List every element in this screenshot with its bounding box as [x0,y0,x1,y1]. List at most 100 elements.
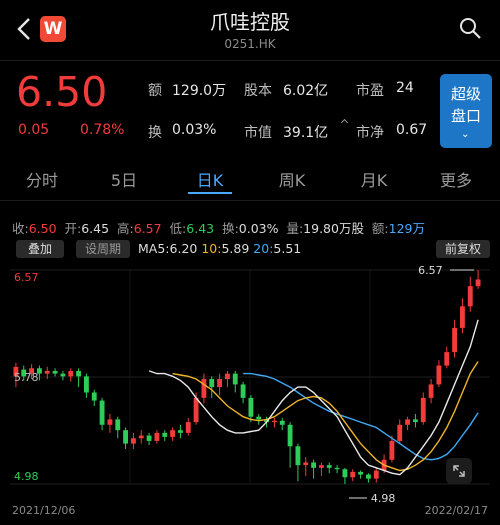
candle-body [201,379,207,398]
volume-value: 19.80万股 [303,221,364,236]
ma20-label: 20: [253,241,274,256]
turnover-value: 0.03% [172,122,217,138]
turnover-value: 0.03% [238,221,279,236]
close-value: 6.50 [28,221,57,236]
x-axis-end-label: 2022/02/17 [425,504,488,517]
candle-body [342,469,348,478]
candle-body [256,416,262,420]
y-axis-max-label: 6.57 [14,271,39,284]
tab-monthly-k[interactable]: 月K [344,167,404,191]
candle-body [224,373,230,380]
x-axis-start-label: 2021/12/06 [12,504,75,517]
super-order-book-button[interactable]: 超级 盘口 ⌄ [440,74,492,148]
candle-body [60,373,66,377]
search-icon[interactable] [458,16,482,40]
high-label: 高: [117,221,134,236]
active-tab-indicator [188,192,232,194]
candle-body [138,435,144,439]
open-label: 开: [64,221,82,236]
candle-body [99,400,105,425]
pe-value: 24 [396,80,414,96]
candle-body [115,419,121,431]
y-axis-min-label: 4.98 [14,470,39,483]
candle-body [475,279,481,287]
candle-body [154,432,160,441]
candle-body [52,370,58,374]
pb-label: 市净 [356,125,384,141]
candle-body [389,440,395,460]
ma10-label: 10: [201,241,222,256]
ma20-value: 5.51 [273,241,302,256]
candle-body [397,424,403,441]
candle-body [318,465,324,468]
ma-legend: MA5:6.20 10:5.89 20:5.51 [138,240,301,258]
set-period-button[interactable]: 设周期 [76,240,130,258]
tab-more[interactable]: 更多 [426,167,486,191]
ohlc-stats-row: 收:6.50 开:6.45 高:6.57 低:6.43 换:0.03% 量:19… [12,218,425,237]
price-adjust-button[interactable]: 前复权 [436,240,490,258]
candle-body [436,365,442,385]
candle-body [107,419,113,425]
shares-label: 股本 [244,83,272,99]
low-marker-label: 4.98 [371,492,396,505]
market-cap-value: 39.1亿 [283,125,329,141]
candle-body [240,384,246,398]
tab-intraday[interactable]: 分时 [12,167,72,191]
stock-name: 爪哇控股 [210,10,290,34]
tab-daily-k[interactable]: 日K [180,167,240,191]
amount-value: 129.0万 [172,83,227,99]
kline-chart[interactable]: 6.57 5.78 4.98 2021/12/06 2022/02/17 6.57 4.98 [10,262,490,522]
candle-body [452,327,458,353]
candle-body [444,352,450,366]
candle-body [232,373,238,385]
turnover-label: 换: [222,221,239,236]
candle-body [123,430,129,444]
candle-body [420,397,426,423]
candle-body [295,446,301,466]
last-price: 6.50 [16,68,108,116]
amount-label: 额 [148,83,162,99]
divider [0,200,500,201]
amount-value: 129万 [388,221,425,236]
close-label: 收: [12,221,29,236]
turnover-label: 换 [148,125,162,141]
candle-body [358,471,364,475]
candle-body [311,462,317,468]
ma10-value: 5.89 [221,241,250,256]
candle-body [130,438,136,444]
super-button-line1: 超级 [450,85,481,103]
candle-body [428,384,434,398]
volume-label: 量: [286,221,304,236]
pb-value: 0.67 [396,122,428,138]
candle-body [287,424,293,447]
tab-5day[interactable]: 5日 [94,167,154,191]
ma5-label: MA5: [138,241,170,256]
candle-body [334,467,340,470]
candle-body [185,422,191,433]
market-cap-label: 市值 [244,125,272,141]
candle-body [412,419,418,423]
stock-code: 0251.HK [224,37,276,51]
candle-body [91,392,97,401]
price-change-percent: 0.78% [80,122,125,138]
candle-body [405,419,411,425]
candle-body [373,470,379,479]
price-change: 0.05 [18,122,50,138]
candle-body [303,462,309,466]
tab-weekly-k[interactable]: 周K [262,167,322,191]
candle-body [209,379,215,388]
candle-body [44,370,50,374]
ma5-value: 6.20 [169,241,198,256]
candle-body [350,471,356,478]
fullscreen-button[interactable] [446,458,472,484]
candle-body [248,397,254,417]
high-value: 6.57 [133,221,162,236]
low-label: 低: [169,221,187,236]
pe-label: 市盈 [356,83,384,99]
ma10-line [172,361,479,472]
divider [0,60,500,61]
candle-body [162,432,168,437]
candle-body [76,370,82,377]
candle-body [326,465,332,468]
overlay-button[interactable]: 叠加 [16,240,64,258]
